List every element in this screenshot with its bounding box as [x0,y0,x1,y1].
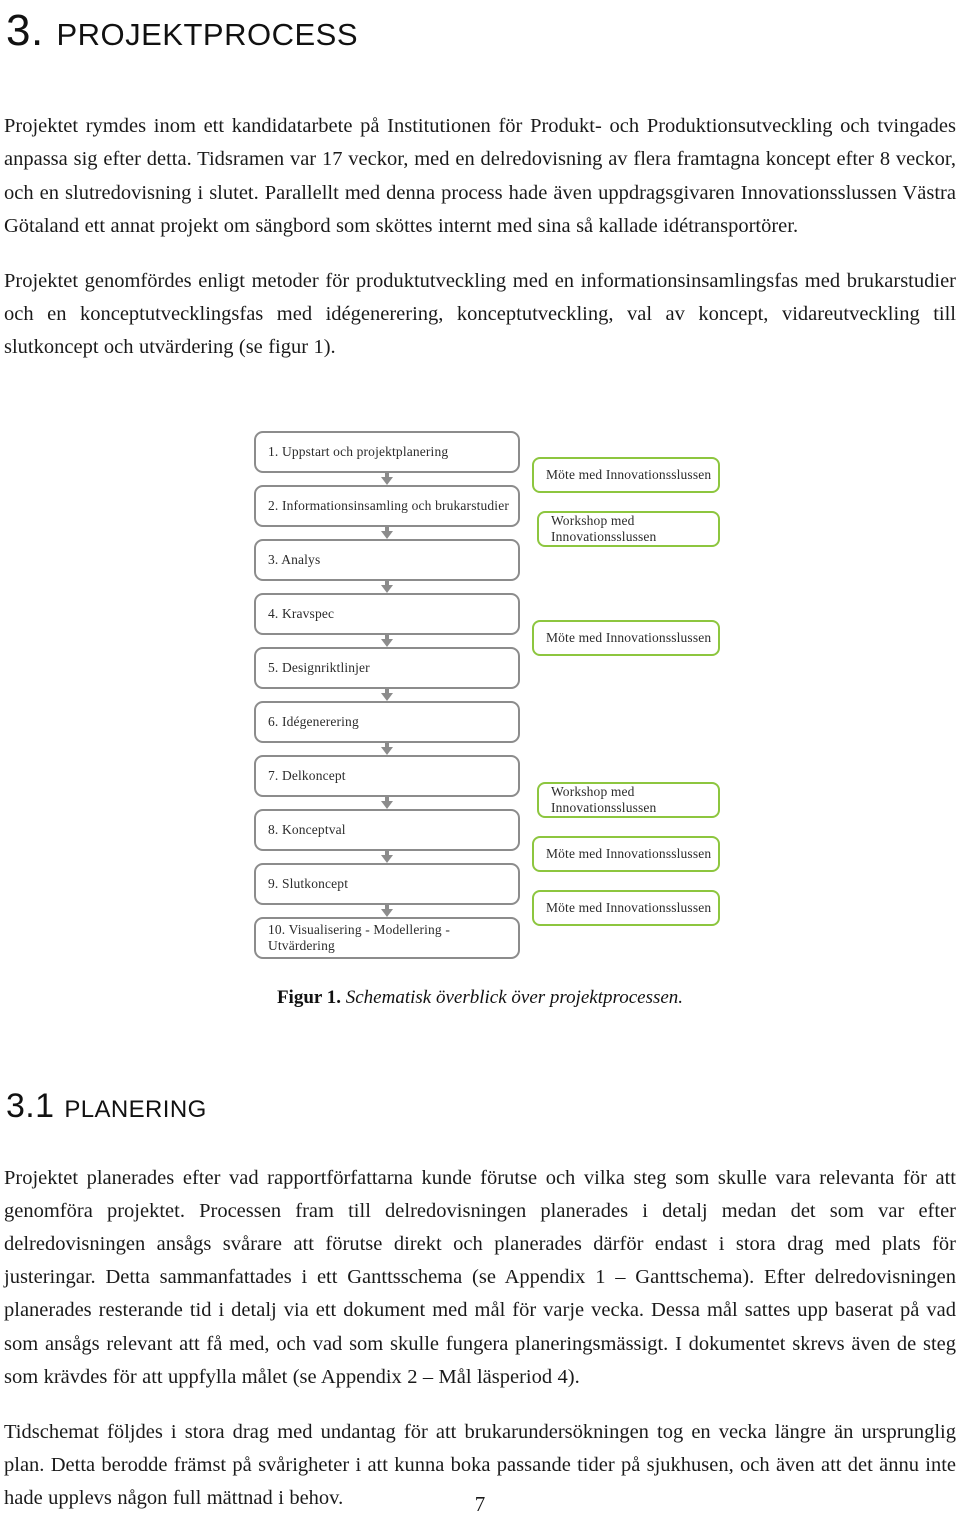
flow-note-label: Möte med Innovationsslussen [546,899,712,915]
flow-step-label: 2. Informationsinsamling och brukarstudi… [268,497,510,513]
flow-step-6: 6. Idégenerering [254,700,520,743]
flow-step-1: 1. Uppstart och projektplanering [254,430,520,473]
flow-step-10: 10. Visualisering - Modellering - Utvärd… [254,916,520,959]
flow-step-label: 9. Slutkoncept [268,875,349,891]
flow-step-label: 7. Delkoncept [268,767,346,783]
flow-note-label: Möte med Innovationsslussen [546,466,712,482]
flow-note-4: Workshop med Innovationsslussen [537,781,720,818]
figure-caption-text: Schematisk överblick över projektprocess… [345,986,684,1008]
paragraph-3: Projektet planerades efter vad rapportfö… [4,1166,956,1388]
paragraph-1: Projektet rymdes inom ett kandidatarbete… [4,115,956,237]
figure-caption: Figur 1. Schematisk överblick över proje… [4,987,956,1009]
document-page: 3. Projektprocess Projektet rymdes inom … [0,6,960,1539]
flow-step-3: 3. Analys [254,538,520,581]
figure-caption-label: Figur 1. [276,986,341,1008]
subsection-label: Planering [64,1086,207,1125]
flow-step-4: 4. Kravspec [254,592,520,635]
flow-step-label: 1. Uppstart och projektplanering [268,443,449,459]
subsection-number: 3.1 [6,1086,55,1125]
flow-note-label: Möte med Innovationsslussen [546,629,712,645]
flow-step-5: 5. Designriktlinjer [254,646,520,689]
flow-step-8: 8. Konceptval [254,808,520,851]
section-number: 3. [6,6,44,55]
page-title: 3. Projektprocess [6,6,956,55]
flow-step-label: 6. Idégenerering [268,713,359,729]
flow-note-label: Workshop med Innovationsslussen [551,512,657,544]
paragraph-2: Projektet genomfördes enligt metoder för… [4,270,956,359]
flow-step-label: 5. Designriktlinjer [268,659,370,675]
flow-step-label: 10. Visualisering - Modellering - Utvärd… [268,921,450,953]
flow-step-label: 3. Analys [268,551,321,567]
flow-step-label: 8. Konceptval [268,821,346,837]
page-number: 7 [474,1492,486,1516]
flow-note-label: Workshop med Innovationsslussen [551,783,657,815]
flow-note-label: Möte med Innovationsslussen [546,845,712,861]
flow-note-1: Möte med Innovationsslussen [532,456,720,493]
flow-step-9: 9. Slutkoncept [254,862,520,905]
flow-step-7: 7. Delkoncept [254,754,520,797]
flow-step-label: 4. Kravspec [268,605,335,621]
section-title: Projektprocess [56,6,358,55]
flow-note-2: Workshop med Innovationsslussen [537,510,720,547]
flow-note-6: Möte med Innovationsslussen [532,889,720,926]
flow-note-3: Möte med Innovationsslussen [532,619,720,656]
flow-note-5: Möte med Innovationsslussen [532,835,720,872]
subsection-title: 3.1 Planering [6,1087,956,1126]
flow-step-2: 2. Informationsinsamling och brukarstudi… [254,484,520,527]
process-flowchart: 1. Uppstart och projektplanering 2. Info… [4,421,960,961]
